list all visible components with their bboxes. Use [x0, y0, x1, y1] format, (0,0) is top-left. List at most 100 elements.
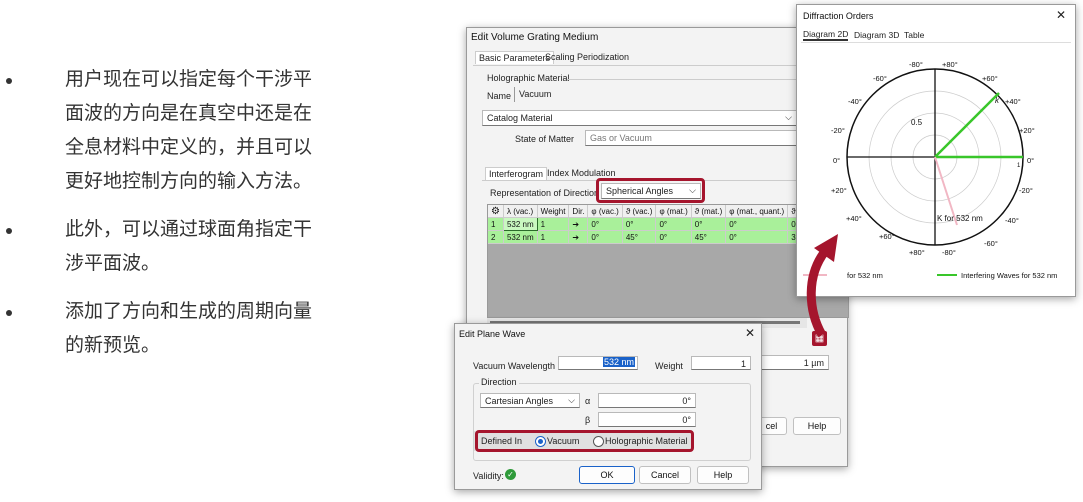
- table-cell: 0°: [725, 230, 789, 244]
- tab-index-modulation[interactable]: Index Modulation: [547, 168, 616, 178]
- angle-label: +60°: [982, 74, 998, 83]
- tab-diagram-3d[interactable]: Diagram 3D: [854, 30, 899, 40]
- angle-label: -20°: [1019, 186, 1033, 195]
- cancel-button[interactable]: Cancel: [639, 466, 691, 484]
- window-title: Diffraction Orders: [803, 11, 874, 21]
- validity-label: Validity:: [473, 471, 504, 481]
- beta-label: β: [585, 415, 591, 425]
- col-header: φ (mat., quant.): [725, 205, 789, 218]
- wavelength-value: 532 nm: [602, 357, 635, 367]
- angle-label: +80°: [942, 60, 958, 69]
- col-header: Dir.: [568, 205, 589, 218]
- close-icon[interactable]: ✕: [745, 326, 755, 340]
- bullet-1-line-2: 面波的方向是在真空中还是在: [65, 102, 313, 124]
- tab-divider: [473, 65, 847, 66]
- highlight-defined-in: [475, 430, 694, 452]
- gear-icon[interactable]: ⚙: [488, 205, 504, 218]
- table-cell: 0°: [655, 217, 692, 231]
- table-cell: 0°: [655, 230, 692, 244]
- arrow-right-icon: ➔: [568, 217, 589, 231]
- name-field[interactable]: Vacuum: [514, 87, 844, 102]
- table-cell: 0°: [725, 217, 789, 231]
- table-row[interactable]: 2 532 nm 1 ➔ 0° 45° 0° 45° 0° 32: [488, 230, 805, 244]
- col-header: Weight: [537, 205, 570, 218]
- table-cell: 0°: [587, 230, 623, 244]
- wavelength-label: Vacuum Wavelength: [473, 361, 556, 371]
- angle-label: +20°: [831, 186, 847, 195]
- alpha-label: α: [585, 396, 591, 406]
- direction-method-value: Cartesian Angles: [485, 396, 554, 406]
- weight-field[interactable]: 1: [691, 356, 751, 370]
- table-cell: 45°: [691, 230, 727, 244]
- arrow-right-icon: ➔: [568, 230, 589, 244]
- tab-scaling[interactable]: Scaling: [545, 52, 575, 62]
- table-cell: 532 nm: [502, 217, 538, 231]
- wave-table[interactable]: ⚙ λ (vac.) Weight Dir. φ (vac.) ϑ (vac.)…: [487, 204, 849, 318]
- table-row[interactable]: 1 532 nm 1 ➔ 0° 0° 0° 0° 0° 0°: [488, 217, 805, 231]
- ok-button[interactable]: OK: [579, 466, 635, 484]
- bullet-1-line-4: 更好地控制方向的输入方法。: [65, 170, 313, 192]
- tab-diagram-2d[interactable]: Diagram 2D: [803, 29, 849, 41]
- plane-wave-dialog: Edit Plane Wave ✕ Vacuum Wavelength 532 …: [454, 323, 762, 490]
- direction-heading: Direction: [479, 377, 519, 387]
- close-icon[interactable]: ✕: [1056, 8, 1066, 22]
- bullet-2-line-2: 涉平面波。: [65, 252, 161, 274]
- bullet-3-line-1: 添加了方向和生成的周期向量: [65, 300, 313, 322]
- dialog-title: Edit Plane Wave: [459, 329, 526, 339]
- angle-label: +40°: [846, 214, 862, 223]
- angle-label: +20°: [1019, 126, 1035, 135]
- alpha-field[interactable]: 0°: [598, 393, 696, 408]
- name-label: Name: [487, 91, 512, 101]
- beta-field[interactable]: 0°: [598, 412, 696, 427]
- tab-basic-parameters[interactable]: Basic Parameters: [475, 51, 555, 64]
- bullet-dot: [6, 228, 12, 234]
- angle-label: 0°: [1027, 156, 1034, 165]
- bullet-1-line-1: 用户现在可以指定每个干涉平: [65, 68, 313, 90]
- chevron-down-icon: ⌵: [785, 112, 792, 122]
- tab-interferogram[interactable]: Interferogram: [485, 167, 548, 180]
- unit-field[interactable]: 1 µm: [757, 355, 829, 370]
- table-cell: 0°: [622, 217, 657, 231]
- wave-k2-line: [934, 92, 1000, 158]
- k532-label: K for 532 nm: [937, 214, 983, 223]
- representation-label: Representation of Direction: [490, 188, 600, 198]
- table-cell: 45°: [622, 230, 657, 244]
- angle-label: -80°: [909, 60, 923, 69]
- bullet-2-line-1: 此外，可以通过球面角指定干: [65, 218, 313, 240]
- tab-table[interactable]: Table: [904, 30, 924, 40]
- table-cell: 0°: [691, 217, 727, 231]
- state-of-matter-label: State of Matter: [515, 134, 575, 144]
- col-header: φ (vac.): [587, 205, 623, 218]
- bullet-dot: [6, 78, 12, 84]
- catalog-select[interactable]: Catalog Material ⌵: [482, 110, 797, 126]
- dialog-title: Edit Volume Grating Medium: [471, 32, 599, 43]
- bullet-1-line-3: 全息材料中定义的，并且可以: [65, 136, 313, 158]
- bullet-dot: [6, 310, 12, 316]
- angle-label: -40°: [848, 97, 862, 106]
- col-header: ϑ (vac.): [622, 205, 657, 218]
- help-button[interactable]: Help: [793, 417, 841, 435]
- angle-label: +80°: [909, 248, 925, 257]
- catalog-select-value: Catalog Material: [487, 113, 553, 123]
- col-header: ϑ (mat.): [691, 205, 727, 218]
- help-button[interactable]: Help: [697, 466, 749, 484]
- angle-label: -40°: [1005, 216, 1019, 225]
- angle-label: +40°: [1005, 97, 1021, 106]
- table-cell: 1: [488, 217, 504, 231]
- table-cell: 532 nm: [503, 230, 538, 244]
- callout-arrow: [806, 234, 838, 338]
- table-cell: 0°: [587, 217, 623, 231]
- angle-label: +60°: [879, 232, 895, 241]
- bullet-3-line-2: 的新预览。: [65, 334, 161, 356]
- table-cell: 1: [537, 230, 570, 244]
- angle-label: -60°: [873, 74, 887, 83]
- direction-method-select[interactable]: Cartesian Angles ⌵: [480, 393, 580, 408]
- angle-label: -60°: [984, 239, 998, 248]
- angle-label: 0°: [833, 156, 840, 165]
- state-of-matter-field: Gas or Vacuum: [585, 130, 797, 146]
- k-sub-label: 1: [1017, 163, 1021, 169]
- tab-periodization[interactable]: Periodization: [577, 52, 629, 62]
- wavelength-field[interactable]: 532 nm: [558, 356, 638, 370]
- weight-label: Weight: [655, 361, 683, 371]
- arrow-shaft: [806, 247, 830, 338]
